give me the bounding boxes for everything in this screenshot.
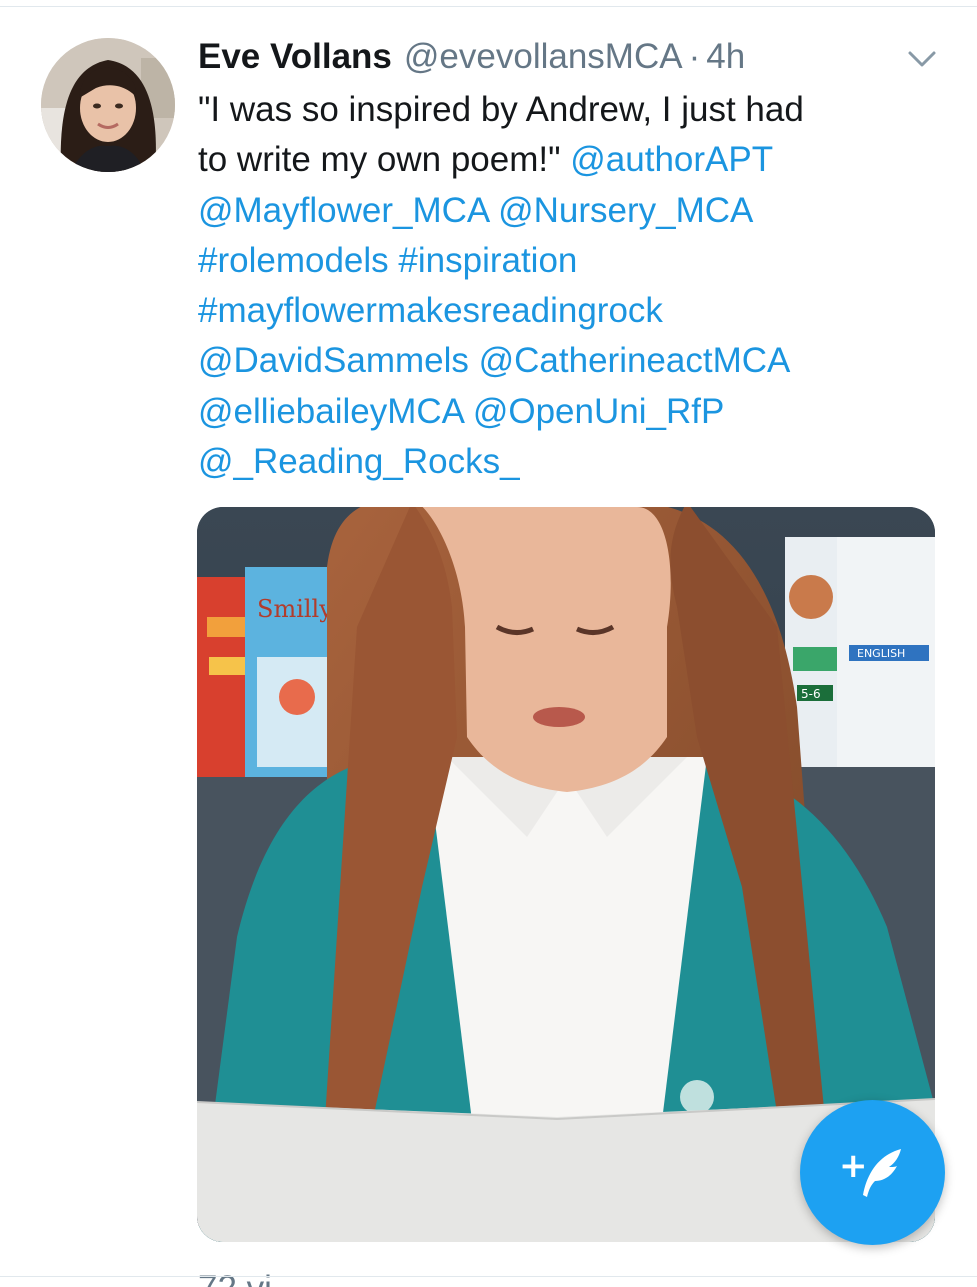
hashtag-link[interactable]: #inspiration: [398, 241, 577, 280]
tweet-text-line: @DavidSammels @CatherineactMCA: [198, 336, 938, 386]
header-separator: ·: [688, 37, 701, 76]
tweet[interactable]: Eve Vollans @evevollansMCA · 4h "I was s…: [0, 7, 977, 1287]
compose-quill-plus-icon: +: [839, 1146, 901, 1197]
mention-link[interactable]: @Mayflower_MCA: [198, 191, 488, 230]
tweet-text-segment: [469, 341, 479, 380]
tweet-text-line: @_Reading_Rocks_: [198, 437, 938, 487]
mention-link[interactable]: @elliebaileyMCA: [198, 392, 463, 431]
tweet-text-line: @elliebaileyMCA @OpenUni_RfP: [198, 387, 938, 437]
book-right-label: ENGLISH: [857, 647, 905, 660]
tweet-header: Eve Vollans @evevollansMCA · 4h: [198, 37, 745, 77]
tweet-text-segment: [488, 191, 498, 230]
tweet-text-segment: to write my own poem!": [198, 140, 571, 180]
tweet-text-segment: "I was so inspired by Andrew, I just had: [198, 90, 804, 129]
mention-link[interactable]: @DavidSammels: [198, 341, 469, 380]
top-divider: [0, 0, 977, 7]
book-right-age: 5-6: [801, 687, 821, 701]
tweet-text-line: #rolemodels #inspiration: [198, 236, 938, 286]
author-avatar[interactable]: [41, 38, 175, 172]
tweet-text-segment: [389, 241, 399, 280]
mention-link[interactable]: @CatherineactMCA: [479, 341, 791, 380]
compose-tweet-button[interactable]: +: [800, 1100, 945, 1245]
author-handle[interactable]: @evevollansMCA: [404, 37, 683, 77]
tweet-text-line: #mayflowermakesreadingrock: [198, 286, 938, 336]
mention-link[interactable]: @authorAPT: [570, 140, 773, 179]
video-views-count: 72 vi: [198, 1269, 272, 1287]
tweet-timestamp[interactable]: 4h: [706, 37, 745, 77]
bottom-divider: [0, 1276, 977, 1277]
mention-link[interactable]: @_Reading_Rocks_: [198, 442, 520, 481]
hashtag-link[interactable]: #rolemodels: [198, 241, 389, 280]
tweet-text-segment: [463, 392, 473, 431]
mention-link[interactable]: @Nursery_MCA: [498, 191, 753, 230]
tweet-text-line: @Mayflower_MCA @Nursery_MCA: [198, 186, 938, 236]
tweet-text: "I was so inspired by Andrew, I just had…: [198, 85, 938, 487]
avatar-photo: [41, 38, 175, 172]
chevron-down-icon[interactable]: [902, 45, 942, 75]
tweet-text-line: "I was so inspired by Andrew, I just had: [198, 85, 938, 135]
tweet-text-line: to write my own poem!" @authorAPT: [198, 135, 938, 185]
hashtag-link[interactable]: #mayflowermakesreadingrock: [198, 291, 663, 330]
author-display-name[interactable]: Eve Vollans: [198, 37, 392, 77]
svg-text:+: +: [839, 1146, 868, 1186]
mention-link[interactable]: @OpenUni_RfP: [473, 392, 724, 431]
